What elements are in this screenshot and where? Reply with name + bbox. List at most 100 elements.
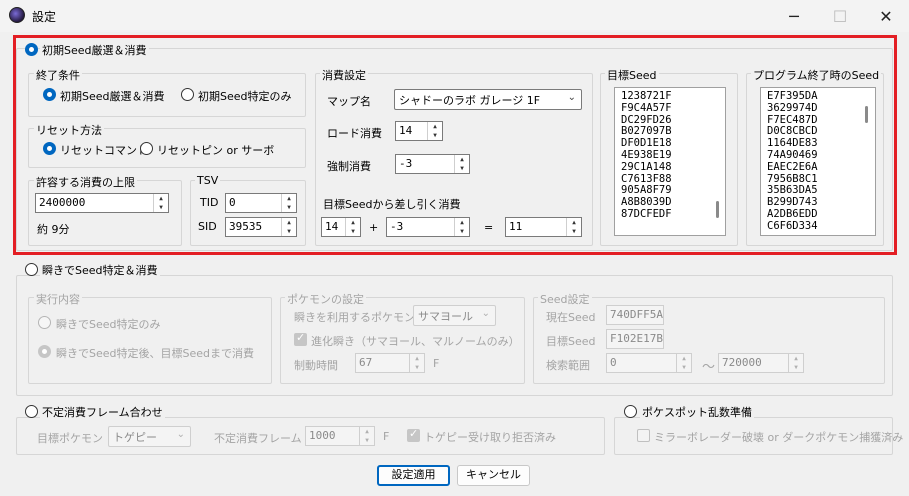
limit-label: 許容する消費の上限 [34, 174, 137, 190]
sec4-checkbox[interactable] [637, 429, 650, 442]
list-item[interactable]: C6F6D334 [767, 220, 875, 233]
sec4-chk-label: ミラーボレーダー破壊 or ダークポケモン捕獲済み [654, 431, 904, 444]
sec4-title: ポケスポット乱数準備 [640, 404, 754, 420]
exec-label: 実行内容 [34, 291, 82, 307]
sec3-title: 不定消費フレーム合わせ [40, 404, 165, 420]
spinner-icon[interactable]: ▲ ▼ [281, 194, 296, 212]
close-icon[interactable]: ✕ [863, 0, 909, 32]
tid-input[interactable]: 0 ▲ ▼ [225, 193, 297, 213]
cancel-button[interactable]: キャンセル [457, 465, 530, 486]
list-item[interactable]: 87DCFEDF [621, 208, 725, 221]
evo-label: 進化瞬き（サマヨール、マルノームのみ） [311, 335, 520, 348]
ctrl-label: 制動時間 [294, 359, 338, 372]
poke-label: ポケモンの設定 [285, 291, 366, 307]
target-seed-list[interactable]: 1238721F F9C4A57F DC29FD26 B027097B DF0D1E18… [614, 87, 726, 236]
map-select[interactable]: シャドーのラボ ガレージ 1F ⌄ [394, 89, 582, 110]
list-item[interactable]: F9C4A57F [621, 102, 725, 115]
end-cond-opt1: 初期Seed厳選＆消費 [60, 90, 165, 103]
exec-radio-1[interactable] [38, 316, 51, 329]
spinner-icon[interactable]: ▲ ▼ [409, 354, 424, 372]
end-seed-list[interactable]: E7F395DA 3629974D F7EC487D D0C8CBCD 1164DE83… [760, 87, 876, 236]
end-cond-opt2: 初期Seed特定のみ [198, 90, 292, 103]
tgt-seed-label: 目標Seed [546, 335, 596, 348]
list-item[interactable]: 3629974D [767, 102, 875, 115]
window-title: 設定 [32, 10, 57, 24]
reset-radio-1[interactable] [43, 142, 56, 155]
force-label: 強制消費 [327, 160, 371, 173]
map-label: マップ名 [327, 95, 371, 108]
end-cond-radio-2[interactable] [181, 88, 194, 101]
scrollbar-thumb[interactable] [716, 201, 719, 218]
target-seed-label: 目標Seed [605, 67, 659, 83]
end-cond-label: 終了条件 [34, 67, 82, 83]
ctrl-unit: F [433, 357, 440, 370]
cur-seed-label: 現在Seed [546, 311, 596, 324]
tsv-label: TSV [195, 174, 221, 187]
spinner-icon[interactable]: ▲ ▼ [676, 354, 691, 372]
sub-a-input[interactable]: 14 ▲ ▼ [321, 217, 361, 237]
load-input[interactable]: 14 ▲ ▼ [395, 121, 443, 141]
end-seed-label: プログラム終了時のSeed [751, 67, 882, 83]
spinner-icon[interactable]: ▲ ▼ [359, 427, 374, 445]
end-cond-radio-1[interactable] [43, 88, 56, 101]
sub-b-input[interactable]: -3 ▲ ▼ [386, 217, 470, 237]
equals-sign: = [484, 221, 494, 234]
sec1-title: 初期Seed厳選＆消費 [40, 42, 149, 58]
sec3-frame-input[interactable]: 1000 ▲ ▼ [305, 426, 375, 446]
list-item[interactable]: 4E938E19 [621, 149, 725, 162]
reset-label: リセット方法 [34, 122, 104, 138]
reset-radio-2[interactable] [140, 142, 153, 155]
spinner-icon[interactable]: ▲ ▼ [788, 354, 803, 372]
result-input[interactable]: 11 ▲ ▼ [505, 217, 582, 237]
force-input[interactable]: -3 ▲ ▼ [395, 154, 470, 174]
list-item[interactable]: 74A90469 [767, 149, 875, 162]
sec3-checkbox[interactable] [407, 427, 420, 442]
exec-opt2: 瞬きでSeed特定後、目標Seedまで消費 [56, 347, 254, 360]
exec-radio-2[interactable] [38, 345, 51, 358]
apply-button[interactable]: 設定適用 [377, 465, 450, 486]
sec2-radio[interactable] [25, 263, 38, 276]
blink-poke-select[interactable]: サマヨール ⌄ [413, 305, 496, 326]
spinner-icon[interactable]: ▲ ▼ [345, 218, 360, 236]
maximize-icon: ☐ [832, 6, 848, 26]
sec3-frame-label: 不定消費フレーム [214, 432, 302, 445]
sec4-radio[interactable] [624, 405, 637, 418]
tgt-seed-input[interactable]: F102E17B [606, 329, 664, 349]
sec3-chk-label: トゲピー受け取り拒否済み [424, 431, 556, 444]
list-item[interactable]: 29C1A148 [621, 161, 725, 174]
limit-approx: 約 9分 [37, 223, 70, 236]
plus-sign: + [369, 221, 379, 234]
sec1-radio[interactable] [25, 43, 38, 56]
exec-group [28, 297, 272, 384]
range-label: 検索範囲 [546, 359, 590, 372]
reset-opt2: リセットピン or サーボ [157, 144, 275, 157]
seed-label: Seed設定 [538, 291, 592, 307]
range-to-input[interactable]: 720000 ▲ ▼ [718, 353, 804, 373]
app-icon [9, 7, 25, 23]
scrollbar-thumb[interactable] [865, 106, 868, 123]
spinner-icon[interactable]: ▲ ▼ [427, 122, 442, 140]
sec3-poke-select[interactable]: トゲピー ⌄ [108, 426, 191, 447]
limit-input[interactable]: 2400000 ▲ ▼ [35, 193, 169, 213]
chevron-down-icon: ⌄ [567, 92, 576, 103]
sub-label: 目標Seedから差し引く消費 [323, 198, 461, 211]
evo-checkbox[interactable] [294, 331, 307, 346]
sid-label: SID [198, 220, 217, 233]
minimize-icon[interactable]: ─ [771, 0, 817, 32]
load-label: ロード消費 [327, 127, 382, 140]
spinner-icon[interactable]: ▲ ▼ [153, 194, 168, 212]
spinner-icon[interactable]: ▲ ▼ [454, 155, 469, 173]
spinner-icon[interactable]: ▲ ▼ [454, 218, 469, 236]
list-item[interactable]: EAEC2E6A [767, 161, 875, 174]
sec3-radio[interactable] [25, 405, 38, 418]
ctrl-input[interactable]: 67 ▲ ▼ [355, 353, 425, 373]
range-from-input[interactable]: 0 ▲ ▼ [606, 353, 692, 373]
spinner-icon[interactable]: ▲ ▼ [281, 218, 296, 236]
sid-input[interactable]: 39535 ▲ ▼ [225, 217, 297, 237]
cur-seed-input[interactable]: 740DFF5A [606, 305, 664, 325]
range-tilde: 〜 [702, 360, 716, 375]
list-item[interactable]: A2DB6EDD [767, 208, 875, 221]
sec2-title: 瞬きでSeed特定＆消費 [40, 262, 160, 278]
reset-opt1: リセットコマンド [60, 144, 148, 157]
spinner-icon[interactable]: ▲ ▼ [566, 218, 581, 236]
